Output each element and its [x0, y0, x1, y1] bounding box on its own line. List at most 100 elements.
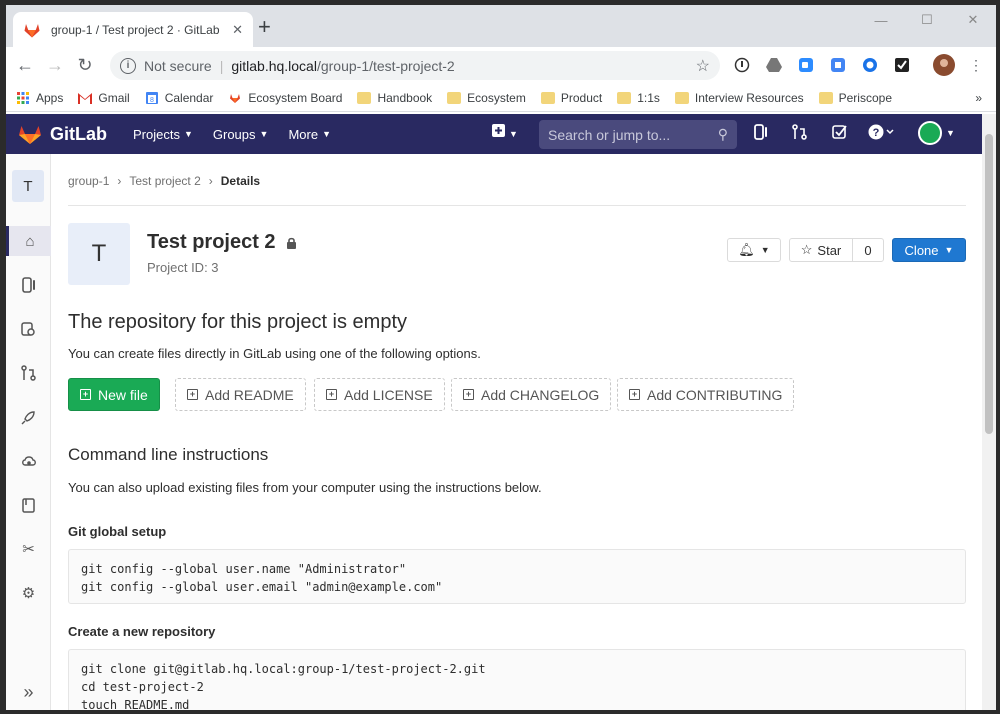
help-icon[interactable]: ?	[868, 124, 894, 144]
add-contributing-button[interactable]: + Add CONTRIBUTING	[617, 378, 795, 411]
git-global-setup-title: Git global setup	[68, 524, 167, 539]
tab-strip: group-1 / Test project 2 · GitLab ✕ + — …	[6, 5, 996, 47]
profile-avatar[interactable]	[932, 53, 956, 77]
plus-square-icon	[492, 124, 505, 137]
repository-icon	[21, 321, 35, 336]
maximize-icon[interactable]: ☐	[904, 5, 950, 35]
page-scrollbar[interactable]	[982, 114, 996, 710]
sidebar-item-wiki[interactable]	[6, 490, 51, 520]
sidebar-item-repository[interactable]	[6, 314, 51, 344]
clone-button[interactable]: Clone ▼	[892, 238, 966, 262]
reload-icon[interactable]: ↻	[70, 55, 100, 76]
issues-nav-icon[interactable]	[754, 124, 768, 144]
browser-tab[interactable]: group-1 / Test project 2 · GitLab ✕	[13, 12, 253, 47]
sidebar-project-avatar[interactable]: T	[12, 170, 44, 202]
new-file-button[interactable]: + New file	[68, 378, 160, 411]
sidebar-item-project-overview[interactable]: ⌂	[6, 226, 51, 256]
add-license-button[interactable]: + Add LICENSE	[314, 378, 445, 411]
chevron-down-icon: ▼	[259, 129, 269, 139]
project-avatar: T	[68, 223, 130, 285]
minimize-icon[interactable]: —	[858, 5, 904, 35]
new-item-dropdown[interactable]: ▼	[492, 124, 518, 140]
extension-1-icon[interactable]	[730, 53, 754, 77]
gitlab-home-link[interactable]: GitLab	[18, 123, 107, 145]
browser-window: group-1 / Test project 2 · GitLab ✕ + — …	[6, 5, 996, 710]
back-icon[interactable]: ←	[10, 55, 40, 76]
bookmark-ecosystem-board[interactable]: Ecosystem Board	[228, 91, 342, 105]
bookmark-handbook[interactable]: Handbook	[357, 91, 432, 105]
drive-icon[interactable]	[762, 53, 786, 77]
git-global-setup-code[interactable]: git config --global user.name "Administr…	[68, 549, 966, 604]
home-icon: ⌂	[25, 232, 35, 250]
add-readme-button[interactable]: + Add README	[175, 378, 306, 411]
folder-icon	[357, 91, 372, 104]
extension-6-icon[interactable]	[890, 53, 914, 77]
create-repo-code[interactable]: git clone git@gitlab.hq.local:group-1/te…	[68, 649, 966, 710]
notification-dropdown-button[interactable]: 🔔︎ ▼	[727, 238, 781, 262]
sidebar-item-snippets[interactable]: ✂	[6, 534, 51, 564]
bookmark-calendar[interactable]: 8 Calendar	[145, 91, 213, 105]
add-changelog-button[interactable]: + Add CHANGELOG	[451, 378, 612, 411]
breadcrumb: group-1 › Test project 2 › Details	[68, 174, 260, 188]
bookmark-ecosystem[interactable]: Ecosystem	[447, 91, 526, 105]
gitlab-navbar: GitLab Projects ▼ Groups ▼ More ▼ ▼ Search …	[6, 114, 982, 154]
forward-icon[interactable]: →	[40, 55, 70, 76]
url-field[interactable]: i Not secure | gitlab.hq.local/group-1/t…	[110, 51, 720, 80]
bookmark-1on1s[interactable]: 1:1s	[617, 91, 660, 105]
extension-4-icon[interactable]	[826, 53, 850, 77]
gitlab-icon	[230, 93, 241, 103]
scrollbar-thumb[interactable]	[985, 134, 993, 434]
bookmark-periscope[interactable]: Periscope	[818, 91, 892, 105]
not-secure-label: Not secure	[144, 57, 212, 74]
code-line: touch README.md	[81, 698, 190, 710]
calendar-icon: 8	[145, 91, 158, 104]
info-icon[interactable]: i	[120, 57, 136, 74]
projects-menu[interactable]: Projects ▼	[133, 127, 193, 142]
search-input[interactable]: Search or jump to... ⚲	[539, 120, 737, 149]
empty-repo-subtitle: You can create files directly in GitLab …	[68, 346, 481, 361]
merge-requests-icon	[21, 365, 36, 381]
bookmark-gmail[interactable]: Gmail	[78, 91, 130, 105]
bookmark-interview-resources[interactable]: Interview Resources	[674, 91, 804, 105]
sidebar-item-merge-requests[interactable]	[6, 358, 51, 388]
breadcrumb-current[interactable]: Details	[221, 174, 260, 188]
url-host: gitlab.hq.local	[231, 57, 317, 74]
sidebar-item-operations[interactable]	[6, 446, 51, 476]
sidebar-item-issues[interactable]	[6, 270, 51, 300]
wiki-book-icon	[22, 497, 35, 513]
plus-square-icon: +	[80, 389, 91, 400]
star-button[interactable]: ☆ Star	[789, 238, 853, 262]
code-line: git config --global user.name "Administr…	[81, 562, 407, 576]
cli-subtitle: You can also upload existing files from …	[68, 480, 542, 495]
bookmark-product[interactable]: Product	[540, 91, 602, 105]
extension-5-icon[interactable]	[858, 53, 882, 77]
user-avatar[interactable]	[918, 121, 942, 145]
svg-text:8: 8	[150, 97, 154, 104]
groups-menu[interactable]: Groups ▼	[213, 127, 269, 142]
more-bookmarks-button[interactable]: »	[975, 91, 982, 105]
sidebar-item-settings[interactable]: ⚙	[6, 578, 51, 608]
breadcrumb-project-link[interactable]: Test project 2	[129, 174, 200, 188]
bookmark-apps[interactable]: Apps	[16, 91, 63, 105]
new-tab-button[interactable]: +	[258, 16, 271, 38]
merge-requests-nav-icon[interactable]	[792, 124, 807, 144]
project-sidebar: T ⌂ ✂ ⚙ »	[6, 154, 51, 710]
star-count[interactable]: 0	[852, 238, 884, 262]
browser-menu-icon[interactable]: ⋮	[964, 53, 988, 77]
folder-icon	[617, 91, 632, 104]
folder-icon	[540, 91, 555, 104]
lock-icon	[286, 237, 296, 249]
bookmark-star-icon[interactable]: ☆	[696, 56, 710, 76]
search-icon: ⚲	[717, 126, 728, 142]
sidebar-item-ci-cd[interactable]	[6, 402, 51, 432]
todos-nav-icon[interactable]	[832, 124, 847, 143]
gear-icon: ⚙	[21, 585, 36, 602]
collapse-sidebar-button[interactable]: »	[6, 677, 51, 707]
chevron-down-icon[interactable]: ▼	[946, 128, 955, 138]
breadcrumb-group-link[interactable]: group-1	[68, 174, 109, 188]
more-menu[interactable]: More ▼	[288, 127, 331, 142]
code-line: git config --global user.email "admin@ex…	[81, 580, 443, 594]
zoom-icon[interactable]	[794, 53, 818, 77]
close-window-icon[interactable]: ✕	[950, 5, 996, 35]
close-tab-icon[interactable]: ✕	[232, 22, 243, 38]
